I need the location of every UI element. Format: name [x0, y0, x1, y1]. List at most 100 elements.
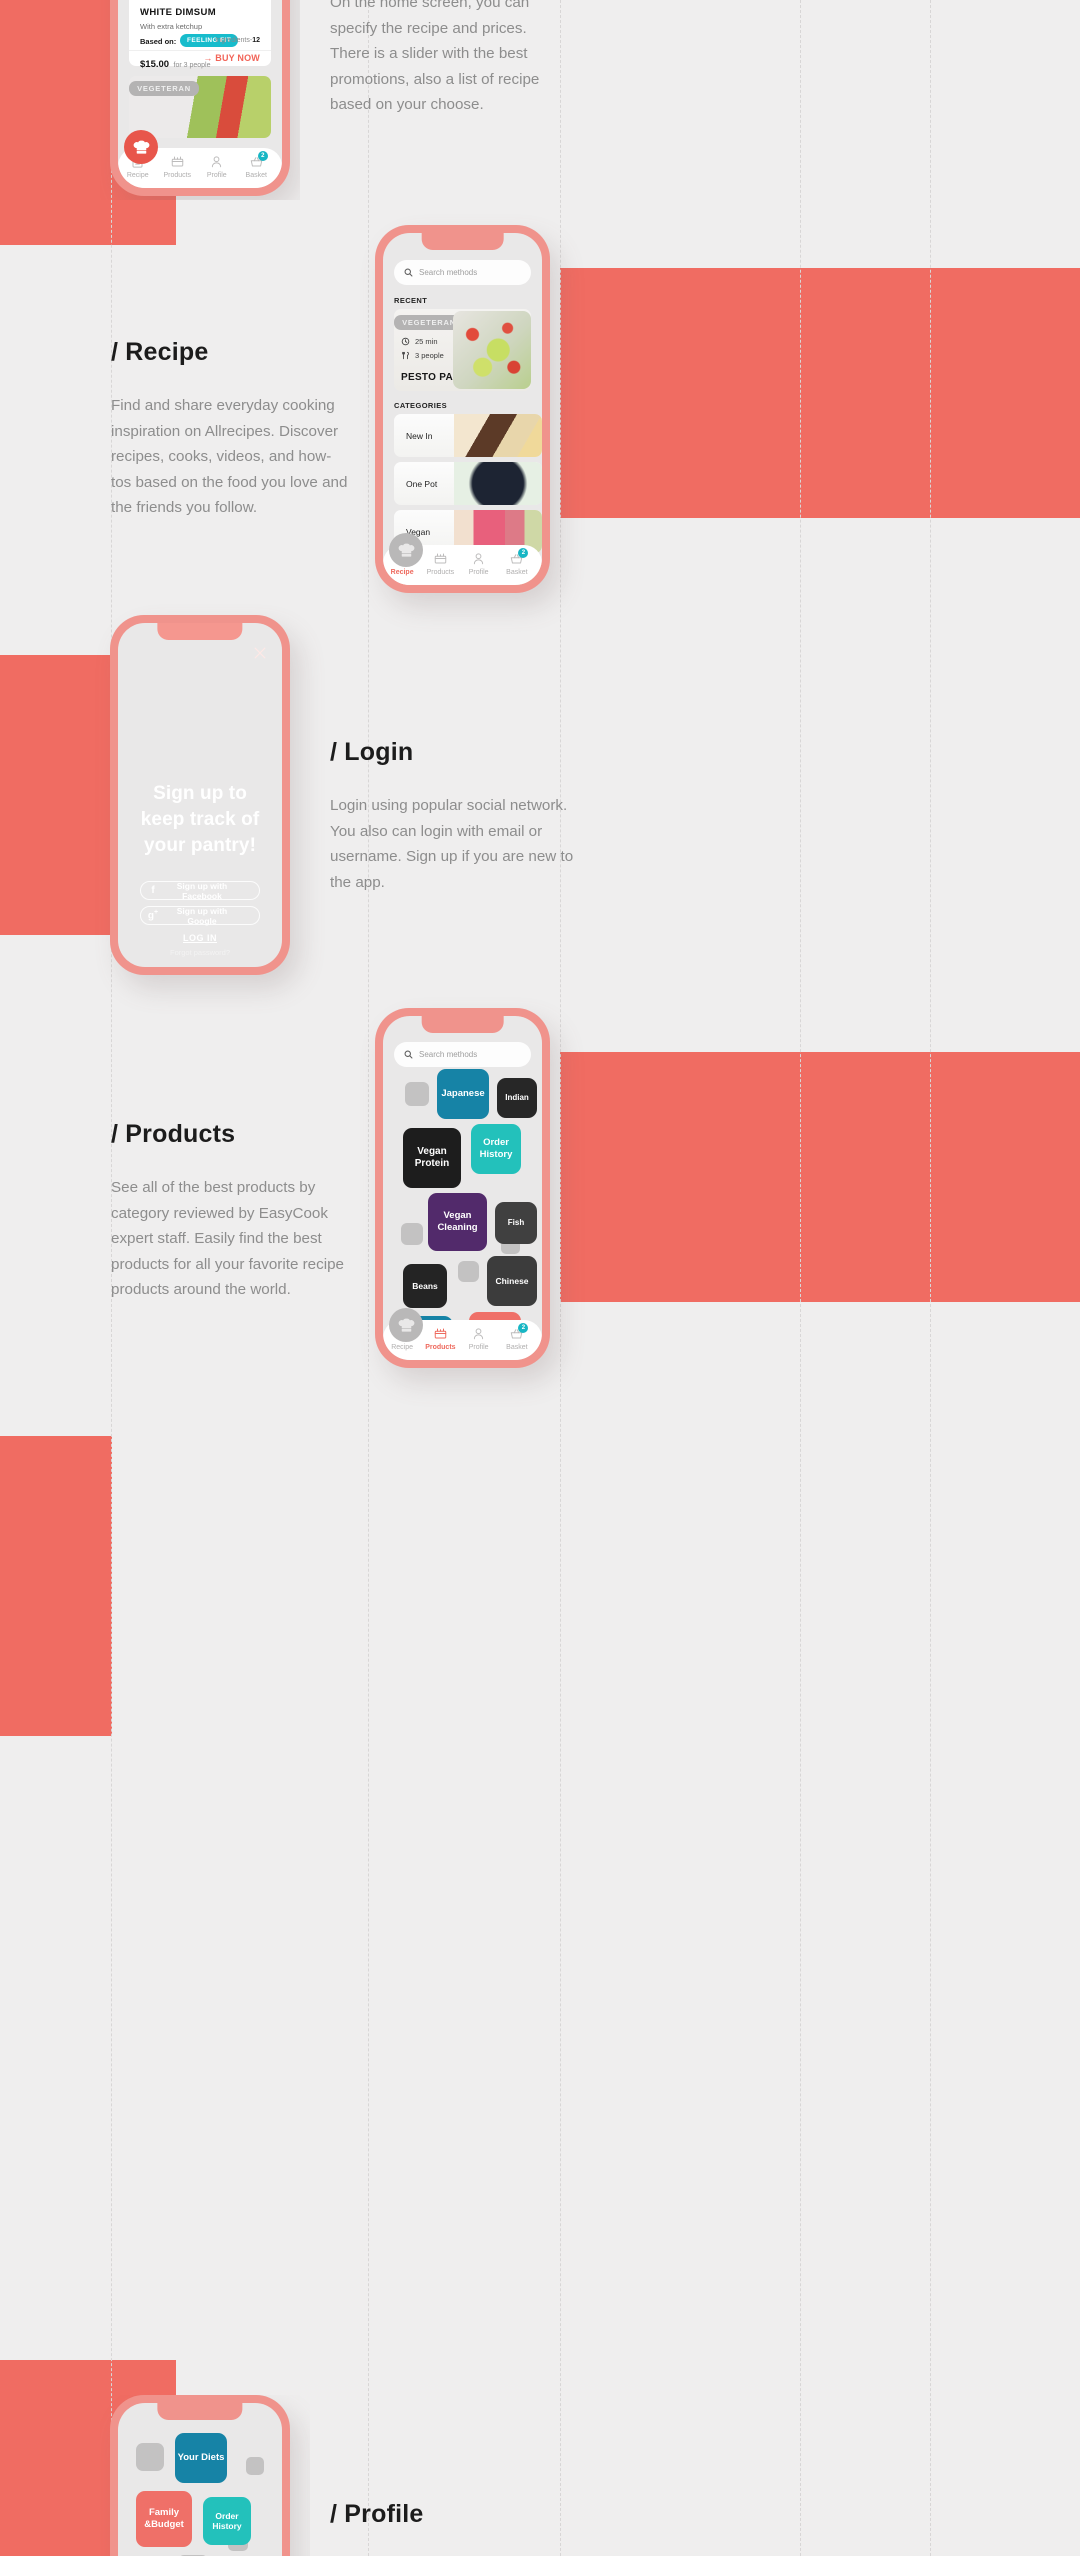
signup-facebook-button[interactable]: f Sign up with Facebook — [140, 881, 260, 901]
ghost-tile — [405, 1082, 429, 1106]
product-tile-label: Japanese — [441, 1088, 485, 1100]
next-recipe-card[interactable]: VEGETERAN — [129, 76, 271, 138]
profile-phone-clip: Your Diets Family &Budget Order History — [100, 2395, 310, 2556]
login-headline: Sign up to keep track of your pantry! — [118, 781, 282, 859]
category-row-new-in[interactable]: New In — [394, 414, 542, 457]
recipe-search-input[interactable]: Search methods — [394, 260, 531, 285]
facebook-icon: f — [151, 885, 155, 896]
nav-item-basket[interactable]: 2 Basket — [498, 548, 536, 576]
nav-item-basket[interactable]: 2 Basket — [237, 151, 277, 179]
nav-item-profile[interactable]: Profile — [197, 154, 237, 179]
product-tile-vegan-protein[interactable]: Vegan Protein — [403, 1128, 461, 1188]
buy-now-button[interactable]: → BUY NOW — [203, 53, 260, 63]
person-icon — [471, 551, 486, 566]
profile-text-column: / Profile Profile includes 6 categories.… — [330, 2500, 580, 2556]
dish-title: WHITE DIMSUM — [140, 7, 216, 18]
basket-icon: 2 — [249, 151, 268, 169]
dish-card[interactable]: WHITE DIMSUM With extra ketchup Based on… — [129, 0, 271, 70]
profile-phone-screen: Your Diets Family &Budget Order History — [118, 2403, 282, 2556]
profile-tile-label: Your Diets — [177, 2452, 225, 2464]
products-search-placeholder: Search methods — [419, 1050, 478, 1059]
recipe-phone-screen: Search methods RECENT VEGETERAN 25 min 3… — [383, 233, 542, 585]
chef-fab-button[interactable] — [389, 1308, 423, 1342]
profile-tile-family-budget[interactable]: Family &Budget — [136, 2491, 192, 2547]
login-headline-line1: Sign up to — [153, 783, 247, 804]
intro-text-column: On the home screen, you can specify the … — [330, 0, 570, 118]
product-tile-indian[interactable]: Indian — [497, 1078, 537, 1118]
ghost-tile — [136, 2443, 164, 2471]
login-section-title: / Login — [330, 738, 414, 766]
nav-item-profile[interactable]: Profile — [460, 1326, 498, 1351]
recipe-time-value: 25 min — [415, 337, 438, 346]
nav-item-products[interactable]: Products — [158, 154, 198, 179]
product-tile-fish[interactable]: Fish — [495, 1202, 537, 1244]
chef-fab-button[interactable] — [124, 130, 158, 164]
forgot-password-link[interactable]: Forgot password? — [118, 948, 282, 957]
product-tile-vegan-cleaning[interactable]: Vegan Cleaning — [428, 1193, 487, 1251]
profile-section-body: Profile includes 6 categories. You can — [330, 2551, 580, 2556]
ingredients-text: Ingredients- — [215, 37, 253, 44]
profile-phone: Your Diets Family &Budget Order History — [110, 2395, 290, 2556]
product-tile-order-history[interactable]: Order History — [471, 1124, 521, 1174]
recipe-search-placeholder: Search methods — [419, 268, 478, 277]
nav-label-products: Products — [425, 1344, 456, 1351]
product-tile-label: Chinese — [495, 1275, 529, 1286]
decor-red-block-right-1 — [560, 268, 1080, 518]
products-text-column: / Products See all of the best products … — [111, 1120, 351, 1303]
clock-icon — [401, 337, 410, 346]
signup-google-button[interactable]: g+ Sign up with Google — [140, 906, 260, 926]
layout-guide-5 — [930, 0, 931, 2556]
category-row-one-pot[interactable]: One Pot — [394, 462, 542, 505]
category-image — [454, 462, 542, 505]
profile-tile-order-history[interactable]: Order History — [203, 2497, 251, 2545]
product-tile-beans[interactable]: Beans — [403, 1264, 447, 1308]
price-serves: for 3 people — [173, 62, 211, 69]
decor-red-block-left-1 — [0, 655, 112, 935]
page-root: WHITE DIMSUM With extra ketchup Based on… — [0, 0, 1080, 2556]
login-phone: Sign up to keep track of your pantry! f … — [110, 615, 290, 975]
product-tile-label: Vegan Cleaning — [437, 1210, 478, 1233]
based-on-label: Based on: — [140, 37, 177, 46]
products-phone-notch — [421, 1016, 504, 1033]
login-link[interactable]: LOG IN — [118, 933, 282, 943]
basket-badge: 2 — [257, 151, 268, 161]
close-icon[interactable] — [252, 645, 268, 661]
categories-header: CATEGORIES — [394, 401, 448, 410]
nav-item-products[interactable]: Products — [421, 551, 459, 576]
intro-body: On the home screen, you can specify the … — [330, 0, 540, 113]
product-tile-chinese[interactable]: Chinese — [487, 1256, 537, 1306]
category-image — [454, 414, 542, 457]
chef-fab-button[interactable] — [389, 533, 423, 567]
recipe-time-meta: 25 min — [401, 337, 438, 346]
nav-label-basket: Basket — [245, 172, 267, 179]
search-icon — [404, 268, 413, 277]
nav-label-products: Products — [426, 569, 455, 576]
recent-header: RECENT — [394, 296, 428, 305]
nav-label-basket: Basket — [506, 569, 528, 576]
basket-icon: 2 — [509, 1323, 529, 1341]
nav-item-profile[interactable]: Profile — [460, 551, 498, 576]
product-tile-label: Beans — [412, 1280, 438, 1291]
chef-hat-icon — [398, 1318, 414, 1332]
recent-recipe-card[interactable]: VEGETERAN 25 min 3 people PESTO PASTA — [394, 309, 531, 391]
chef-hat-icon — [133, 140, 149, 154]
products-phone: Search methods Japanese Indian Vegan Pro… — [375, 1008, 550, 1368]
recipe-serves-meta: 3 people — [401, 351, 444, 360]
product-tile-japanese[interactable]: Japanese — [437, 1069, 489, 1119]
product-tile-label: Fish — [507, 1218, 525, 1228]
profile-tile-your-diets[interactable]: Your Diets — [175, 2433, 227, 2483]
profile-phone-notch — [157, 2403, 243, 2420]
product-tile-label: Order History — [479, 1137, 513, 1160]
profile-section-title: / Profile — [330, 2500, 424, 2528]
product-tile-label: Indian — [505, 1093, 529, 1103]
products-search-input[interactable]: Search methods — [394, 1042, 531, 1067]
nav-label-basket: Basket — [506, 1344, 528, 1351]
products-crate-icon — [433, 551, 448, 566]
nav-item-products[interactable]: Products — [421, 1326, 459, 1351]
home-phone-clip: WHITE DIMSUM With extra ketchup Based on… — [100, 0, 300, 200]
nav-label-recipe: Recipe — [391, 1344, 414, 1351]
basket-badge: 2 — [518, 1323, 529, 1333]
basket-icon: 2 — [509, 548, 529, 566]
nav-item-basket[interactable]: 2 Basket — [498, 1323, 536, 1351]
category-label: One Pot — [406, 478, 438, 489]
